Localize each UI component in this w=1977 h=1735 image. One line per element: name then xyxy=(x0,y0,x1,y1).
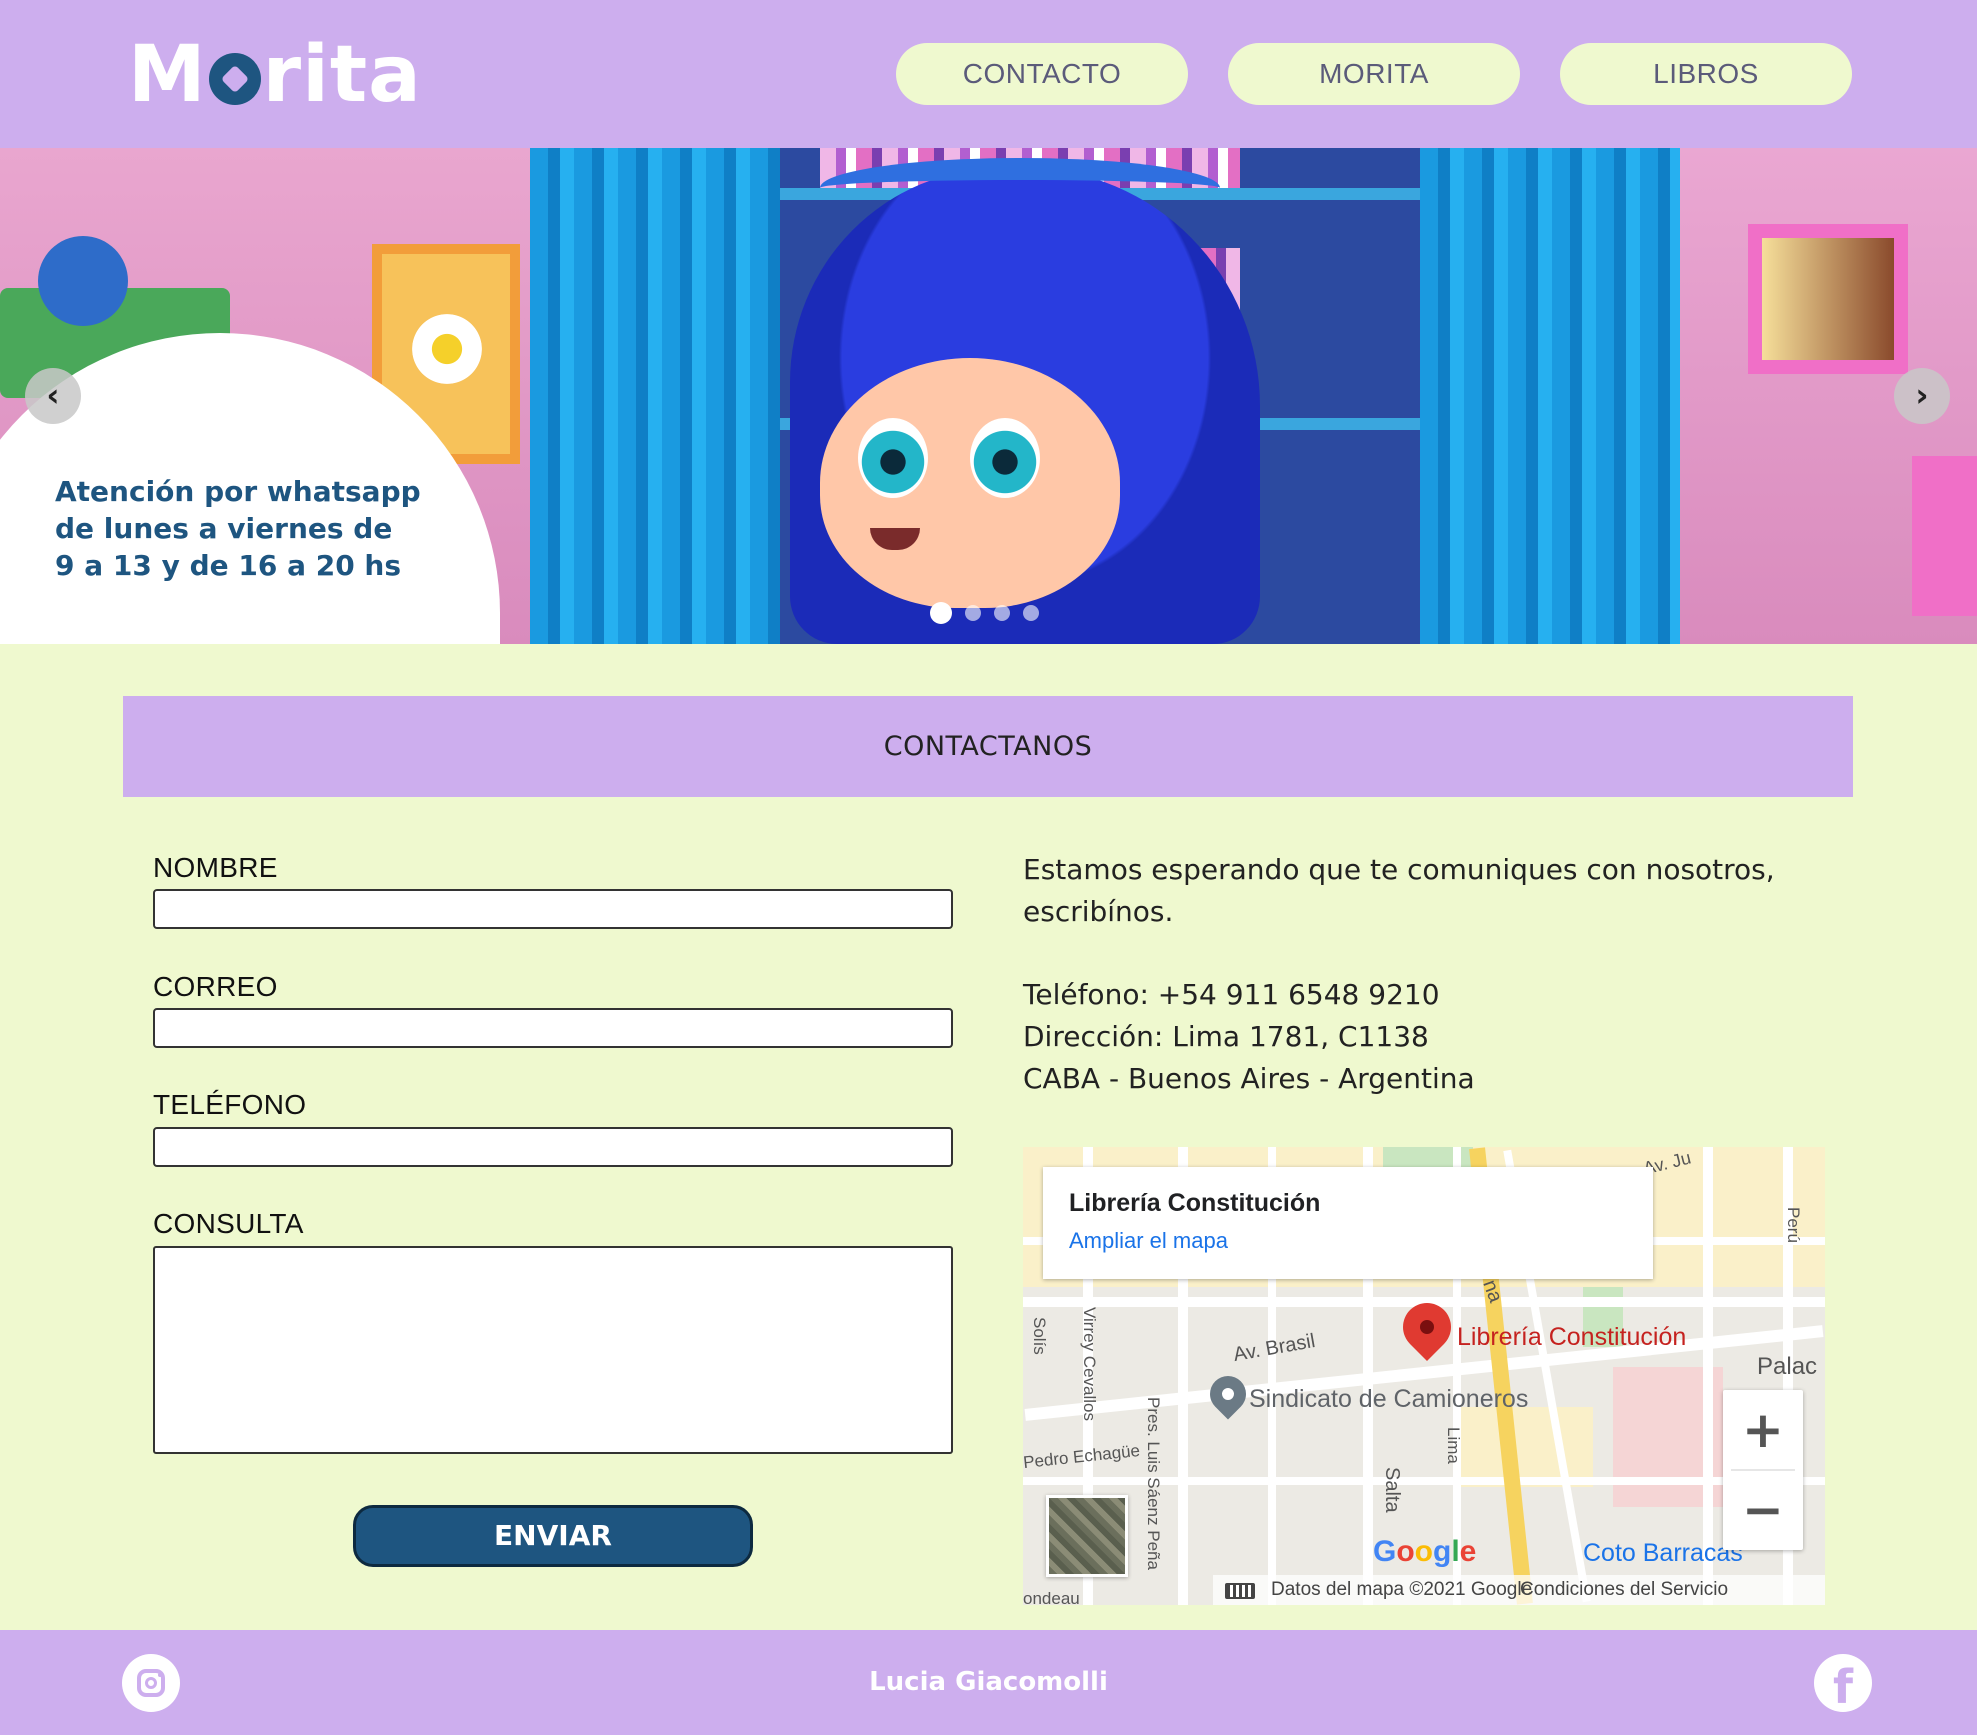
embedded-map[interactable]: Solís Virrey Cevallos Pres. Luis Sáenz P… xyxy=(1023,1147,1825,1605)
terms-link[interactable]: Condiciones del Servicio xyxy=(1520,1575,1728,1605)
enlarge-map-link[interactable]: Ampliar el mapa xyxy=(1069,1228,1228,1254)
map-attribution-bar: Datos del mapa ©2021 Google Condiciones … xyxy=(1213,1575,1825,1605)
map-place-card: Librería Constitución Ampliar el mapa xyxy=(1043,1167,1653,1279)
carousel-dot-2[interactable] xyxy=(965,605,981,621)
poi-pin-label[interactable]: Sindicato de Camioneros xyxy=(1249,1385,1528,1414)
contact-title: CONTACTANOS xyxy=(123,696,1853,797)
poi-pin-icon[interactable] xyxy=(1202,1368,1254,1420)
location-pin-label[interactable]: Librería Constitución xyxy=(1457,1323,1686,1352)
carousel-indicators xyxy=(930,602,1052,625)
instagram-icon[interactable] xyxy=(122,1654,180,1712)
zoom-out-button[interactable]: − xyxy=(1723,1470,1803,1550)
facebook-icon[interactable]: f xyxy=(1814,1654,1872,1712)
contact-phone: Teléfono: +54 911 6548 9210 xyxy=(1023,978,1440,1011)
curtain-left xyxy=(530,148,780,644)
map-attribution: Datos del mapa ©2021 Google xyxy=(1271,1579,1533,1600)
carousel-dot-3[interactable] xyxy=(994,605,1010,621)
contact-address: Dirección: Lima 1781, C1138 xyxy=(1023,1020,1429,1053)
phone-field[interactable] xyxy=(153,1127,953,1167)
zoom-in-button[interactable]: + xyxy=(1723,1390,1803,1470)
logo-star-icon xyxy=(208,53,261,105)
street-peru: Perú xyxy=(1784,1207,1803,1243)
contact-intro: Estamos esperando que te comuniques con … xyxy=(1023,853,1775,928)
nav-libros-button[interactable]: LIBROS xyxy=(1560,43,1852,105)
email-field[interactable] xyxy=(153,1008,953,1048)
chevron-left-icon: ‹ xyxy=(46,376,60,414)
nav-contacto-button[interactable]: CONTACTO xyxy=(896,43,1188,105)
carousel-dot-1[interactable] xyxy=(930,602,952,624)
chevron-right-icon: › xyxy=(1915,376,1929,414)
send-button[interactable]: ENVIAR xyxy=(353,1505,753,1567)
street-solis: Solís xyxy=(1030,1317,1049,1355)
character-face xyxy=(820,358,1120,608)
email-label: CORREO xyxy=(153,971,278,1002)
carousel-next-button[interactable]: › xyxy=(1894,368,1950,424)
map-place-title: Librería Constitución xyxy=(1069,1189,1321,1217)
street-echague: Pedro Echagüe xyxy=(1023,1440,1141,1473)
logo[interactable]: Mrita xyxy=(128,30,422,120)
photo-frame xyxy=(1748,224,1908,374)
contact-details: Teléfono: +54 911 6548 9210 Dirección: L… xyxy=(1023,974,1475,1100)
site-footer: Lucia Giacomolli f xyxy=(0,1630,1977,1735)
street-cevallos: Virrey Cevallos xyxy=(1080,1307,1099,1422)
curtain-right xyxy=(1420,148,1680,644)
name-field[interactable] xyxy=(153,889,953,929)
satellite-toggle-button[interactable] xyxy=(1046,1495,1128,1577)
whatsapp-hours-text: Atención por whatsapp de lunes a viernes… xyxy=(55,475,421,582)
map-zoom-controls: + − xyxy=(1723,1390,1803,1550)
street-salta: Salta xyxy=(1381,1467,1403,1513)
google-logo: Google xyxy=(1373,1535,1477,1568)
street-saenz-pena: Pres. Luis Sáenz Peña xyxy=(1144,1397,1163,1570)
nav-morita-button[interactable]: MORITA xyxy=(1228,43,1520,105)
carousel-dot-4[interactable] xyxy=(1023,605,1039,621)
coto-poi-label[interactable]: Coto Barracas xyxy=(1583,1539,1743,1568)
query-textarea[interactable] xyxy=(153,1246,953,1454)
contact-city: CABA - Buenos Aires - Argentina xyxy=(1023,1062,1475,1095)
hero-carousel: Atención por whatsapp de lunes a viernes… xyxy=(0,148,1977,644)
name-label: NOMBRE xyxy=(153,852,278,883)
carousel-prev-button[interactable]: ‹ xyxy=(25,368,81,424)
phone-label: TELÉFONO xyxy=(153,1089,307,1120)
street-lima: Lima xyxy=(1444,1427,1463,1464)
site-header: Mrita CONTACTO MORITA LIBROS xyxy=(0,0,1977,148)
footer-author: Lucia Giacomolli xyxy=(869,1667,1108,1697)
query-label: CONSULTA xyxy=(153,1208,304,1239)
keyboard-icon[interactable] xyxy=(1225,1583,1255,1599)
